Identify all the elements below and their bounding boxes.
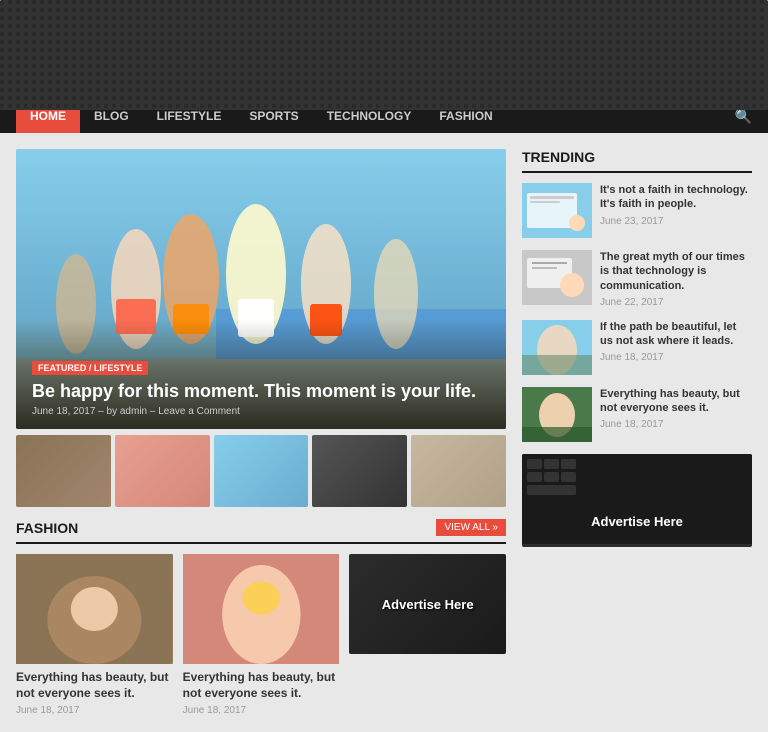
trending-title-4: Everything has beauty, but not everyone … [600, 387, 752, 416]
thumb-3[interactable] [214, 435, 309, 507]
advertise-content: Advertise Here [374, 589, 482, 620]
fashion-img-2 [183, 554, 340, 664]
trending-title-1: It's not a faith in technology. It's fai… [600, 183, 752, 212]
thumb-5[interactable] [411, 435, 506, 507]
thumbnail-row [16, 435, 506, 507]
hero-overlay: FEATURED / LIFESTYLE Be happy for this m… [16, 319, 506, 429]
fashion-item-2-title: Everything has beauty, but not everyone … [183, 670, 340, 701]
trending-title-2: The great myth of our times is that tech… [600, 250, 752, 293]
right-column: TRENDING It's not a faith in technology.… [522, 149, 752, 716]
view-all-button[interactable]: VIEW ALL » [436, 519, 506, 536]
search-icon[interactable]: 🔍 [735, 108, 752, 125]
fashion-section-header: FASHION VIEW ALL » [16, 519, 506, 544]
trending-heading: TRENDING [522, 149, 752, 173]
fashion-item-1-date: June 18, 2017 [16, 705, 79, 716]
trending-item-1: It's not a faith in technology. It's fai… [522, 183, 752, 238]
hero-separator: – [150, 406, 158, 417]
trending-date-1: June 23, 2017 [600, 216, 752, 227]
fashion-title: FASHION [16, 520, 78, 536]
hero-by: – by [98, 406, 120, 417]
trending-text-3: If the path be beautiful, let us not ask… [600, 320, 752, 364]
sidebar-advertise[interactable]: Advertise Here [522, 454, 752, 547]
hero-tag: FEATURED / LIFESTYLE [32, 361, 148, 375]
thumb-4[interactable] [312, 435, 407, 507]
trending-date-2: June 22, 2017 [600, 297, 752, 308]
fashion-grid: Everything has beauty, but not everyone … [16, 554, 506, 716]
trending-text-4: Everything has beauty, but not everyone … [600, 387, 752, 431]
fashion-item-1: Everything has beauty, but not everyone … [16, 554, 173, 716]
trending-thumb-4 [522, 387, 592, 442]
trending-item-3: If the path be beautiful, let us not ask… [522, 320, 752, 375]
hero-section: FEATURED / LIFESTYLE Be happy for this m… [16, 149, 506, 429]
fashion-item-1-meta: June 18, 2017 [16, 705, 173, 716]
trending-text-2: The great myth of our times is that tech… [600, 250, 752, 308]
trending-title-3: If the path be beautiful, let us not ask… [600, 320, 752, 349]
trending-thumb-1 [522, 183, 592, 238]
hero-author[interactable]: admin [120, 406, 147, 417]
hero-title: Be happy for this moment. This moment is… [32, 381, 490, 402]
advertise-box[interactable]: Advertise Here [349, 554, 506, 654]
trending-thumb-3 [522, 320, 592, 375]
fashion-item-2-date: June 18, 2017 [183, 705, 246, 716]
thumb-2[interactable] [115, 435, 210, 507]
hero-comment-link[interactable]: Leave a Comment [158, 406, 240, 417]
advertise-item: Advertise Here [349, 554, 506, 716]
fashion-item-1-title: Everything has beauty, but not everyone … [16, 670, 173, 701]
trending-date-4: June 18, 2017 [600, 419, 752, 430]
hero-meta: June 18, 2017 – by admin – Leave a Comme… [32, 406, 490, 417]
hero-date: June 18, 2017 [32, 406, 95, 417]
fashion-item-2: Everything has beauty, but not everyone … [183, 554, 340, 716]
thumb-1[interactable] [16, 435, 111, 507]
trending-item-2: The great myth of our times is that tech… [522, 250, 752, 308]
main-content: FEATURED / LIFESTYLE Be happy for this m… [0, 133, 768, 732]
trending-item-4: Everything has beauty, but not everyone … [522, 387, 752, 442]
fashion-item-2-meta: June 18, 2017 [183, 705, 340, 716]
fashion-img-1 [16, 554, 173, 664]
trending-text-1: It's not a faith in technology. It's fai… [600, 183, 752, 227]
left-column: FEATURED / LIFESTYLE Be happy for this m… [16, 149, 506, 716]
svg-text:Advertise Here: Advertise Here [591, 514, 683, 529]
trending-date-3: June 18, 2017 [600, 352, 752, 363]
trending-thumb-2 [522, 250, 592, 305]
